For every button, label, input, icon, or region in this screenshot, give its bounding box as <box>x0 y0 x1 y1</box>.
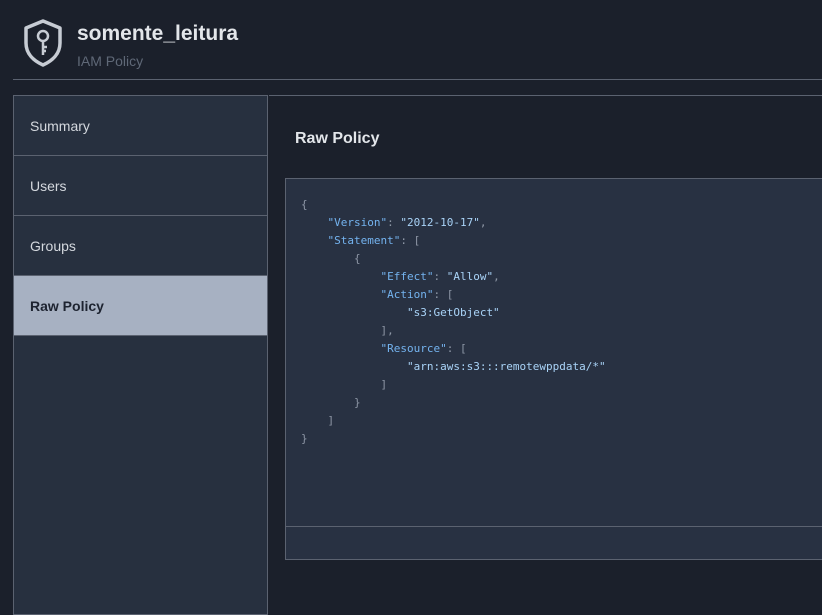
sidebar-item-label: Users <box>30 177 67 194</box>
shield-key-icon <box>24 19 62 67</box>
sidebar-item-label: Raw Policy <box>30 297 104 314</box>
json-key: "Resource" <box>380 342 447 355</box>
json-string: "2012-10-17" <box>400 216 480 229</box>
sidebar-item-label: Groups <box>30 237 76 254</box>
main-panel: Raw Policy { "Version": "2012-10-17", "S… <box>269 95 822 615</box>
policy-json: { "Version": "2012-10-17", "Statement": … <box>301 198 606 445</box>
json-string: "s3:GetObject" <box>406 306 500 319</box>
sidebar-item-raw-policy[interactable]: Raw Policy <box>14 276 267 336</box>
section-title: Raw Policy <box>295 130 380 147</box>
json-key: "Statement" <box>327 234 401 247</box>
json-key: "Effect" <box>380 270 434 283</box>
json-string: "arn:aws:s3:::remotewppdata/*" <box>406 360 606 373</box>
policy-code-block: { "Version": "2012-10-17", "Statement": … <box>285 178 822 560</box>
sidebar: Summary Users Groups Raw Policy <box>13 95 268 615</box>
page-header: somente_leitura IAM Policy <box>0 0 822 80</box>
header-divider <box>13 79 822 80</box>
json-string: "Allow" <box>446 270 494 283</box>
page-subtitle: IAM Policy <box>77 53 144 69</box>
json-key: "Action" <box>380 288 434 301</box>
json-key: "Version" <box>327 216 388 229</box>
sidebar-item-users[interactable]: Users <box>14 156 267 216</box>
code-block-footer <box>285 526 822 560</box>
sidebar-item-groups[interactable]: Groups <box>14 216 267 276</box>
sidebar-item-summary[interactable]: Summary <box>14 96 267 156</box>
sidebar-item-label: Summary <box>30 117 90 134</box>
page-title: somente_leitura <box>77 22 239 45</box>
